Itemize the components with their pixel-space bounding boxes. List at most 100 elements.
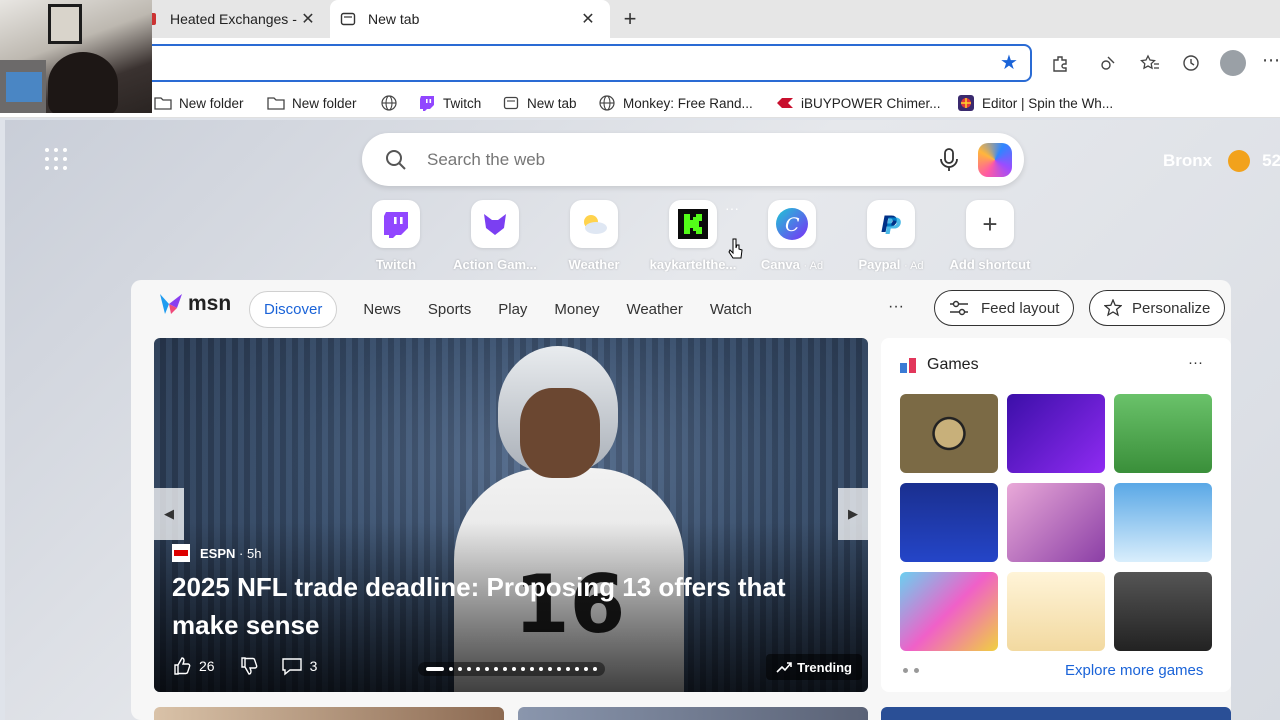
carousel-dot[interactable] xyxy=(476,667,480,671)
favorite-item[interactable]: New folder xyxy=(267,93,357,113)
feed-layout-button[interactable]: Feed layout xyxy=(934,290,1075,326)
extensions-icon[interactable] xyxy=(1048,51,1072,75)
shortcut-canva[interactable]: C Canva · Ad xyxy=(744,200,840,272)
tab-heated-exchanges[interactable]: Heated Exchanges - 5 H ✕ xyxy=(132,0,330,38)
favorite-item[interactable]: Monkey: Free Rand... xyxy=(598,93,753,113)
tab-sports[interactable]: Sports xyxy=(428,291,471,328)
tab-money[interactable]: Money xyxy=(554,291,599,328)
arrow-game-tile[interactable] xyxy=(1007,394,1105,473)
dog-game-tile[interactable] xyxy=(1007,572,1105,651)
carousel-dot[interactable] xyxy=(485,667,489,671)
dislike-button[interactable] xyxy=(239,656,259,676)
shortcut-weather[interactable]: Weather xyxy=(546,200,642,272)
profile-avatar[interactable] xyxy=(1220,50,1246,76)
shortcut-more-icon[interactable]: ··· xyxy=(725,200,739,216)
carousel-dot[interactable] xyxy=(494,667,498,671)
webcam-overlay xyxy=(0,0,152,113)
twitch-icon xyxy=(418,95,436,111)
msn-logo[interactable]: msn xyxy=(158,292,231,316)
tab-title: New tab xyxy=(368,11,420,27)
carousel-dot[interactable] xyxy=(521,667,525,671)
trending-badge: Trending xyxy=(766,654,862,680)
train-game-tile[interactable] xyxy=(1114,394,1212,473)
games-page-dots[interactable] xyxy=(903,668,919,673)
games-icon xyxy=(899,356,917,374)
hunting-game-tile[interactable] xyxy=(900,394,998,473)
tab-new-tab[interactable]: New tab ✕ xyxy=(330,0,610,38)
espn-logo-icon xyxy=(172,544,190,562)
bike-game-tile[interactable] xyxy=(1114,483,1212,562)
2048-game-tile[interactable] xyxy=(900,572,998,651)
favorite-item[interactable]: iBUYPOWER Chimer... xyxy=(776,93,941,113)
carousel-dot[interactable] xyxy=(458,667,462,671)
carousel-dot[interactable] xyxy=(512,667,516,671)
nav-more-icon[interactable]: ··· xyxy=(888,298,904,316)
app-launcher-icon[interactable] xyxy=(45,148,67,170)
block-puzzle-game-tile[interactable] xyxy=(900,483,998,562)
msn-feed: msn Discover News Sports Play Money Weat… xyxy=(131,280,1231,720)
carousel-dots[interactable] xyxy=(418,662,605,676)
search-input[interactable]: Search the web xyxy=(427,150,545,170)
favorites-icon[interactable] xyxy=(1138,51,1162,75)
carousel-dot[interactable] xyxy=(539,667,543,671)
carousel-dot[interactable] xyxy=(503,667,507,671)
favorite-item[interactable]: Twitch xyxy=(418,93,481,113)
carousel-dot[interactable] xyxy=(467,667,471,671)
favorite-item[interactable]: New tab xyxy=(502,93,577,113)
driving-game-tile[interactable] xyxy=(1114,572,1212,651)
carousel-dot[interactable] xyxy=(530,667,534,671)
like-button[interactable]: 26 xyxy=(172,656,215,676)
carousel-dot[interactable] xyxy=(449,667,453,671)
carousel-dot[interactable] xyxy=(575,667,579,671)
hero-article-card[interactable]: 16 ◀ ▶ ESPN · 5h 2025 NFL trade deadline… xyxy=(154,338,868,692)
carousel-dot[interactable] xyxy=(593,667,597,671)
close-icon[interactable]: ✕ xyxy=(298,9,318,29)
weather-widget[interactable]: Bronx 52 xyxy=(1163,150,1280,172)
favorite-item[interactable]: Editor | Spin the Wh... xyxy=(957,93,1113,113)
favorite-item[interactable]: New folder xyxy=(154,93,244,113)
paypal-icon: PP xyxy=(867,200,915,248)
favorites-bar: New folder New folder Twitch New tab Mon… xyxy=(0,88,1280,118)
comments-button[interactable]: 3 xyxy=(281,656,317,676)
tab-play[interactable]: Play xyxy=(498,291,527,328)
close-icon[interactable]: ✕ xyxy=(578,9,598,29)
wheel-icon xyxy=(957,95,975,111)
games-more-icon[interactable]: ··· xyxy=(1188,354,1203,371)
comment-icon xyxy=(281,658,302,676)
carousel-dot[interactable] xyxy=(426,667,444,671)
favorite-item[interactable] xyxy=(380,93,405,113)
favorite-label: New folder xyxy=(179,95,244,111)
more-options-icon[interactable]: ⋯ xyxy=(1262,50,1280,71)
previous-arrow-icon[interactable]: ◀ xyxy=(154,488,184,540)
shortcut-add[interactable]: + Add shortcut xyxy=(942,200,1038,272)
makeup-game-tile[interactable] xyxy=(1007,483,1105,562)
web-search-box[interactable]: Search the web xyxy=(362,133,1024,186)
new-tab-button[interactable]: + xyxy=(618,6,642,31)
article-source: ESPN · 5h xyxy=(172,544,261,562)
folder-icon xyxy=(267,95,285,111)
tab-news[interactable]: News xyxy=(363,291,401,328)
article-actions: 26 3 xyxy=(172,656,317,676)
carousel-dot[interactable] xyxy=(548,667,552,671)
microphone-icon[interactable] xyxy=(937,147,961,178)
copilot-icon[interactable] xyxy=(978,143,1012,177)
personalize-button[interactable]: Personalize xyxy=(1089,290,1226,326)
search-icon xyxy=(384,148,408,177)
shortcut-action-games[interactable]: Action Gam... xyxy=(447,200,543,272)
tab-discover[interactable]: Discover xyxy=(249,290,338,328)
address-bar[interactable]: ★ xyxy=(140,44,1032,82)
carousel-dot[interactable] xyxy=(584,667,588,671)
favorite-star-icon[interactable]: ★ xyxy=(1000,53,1020,73)
article-headline[interactable]: 2025 NFL trade deadline: Proposing 13 of… xyxy=(172,568,832,644)
shortcut-paypal[interactable]: PP Paypal · Ad xyxy=(843,200,939,272)
tab-watch[interactable]: Watch xyxy=(710,291,752,328)
explore-more-games-link[interactable]: Explore more games xyxy=(1065,662,1203,679)
tab-weather[interactable]: Weather xyxy=(626,291,682,328)
shortcut-label: Twitch xyxy=(375,257,417,272)
history-icon[interactable] xyxy=(1179,51,1203,75)
next-arrow-icon[interactable]: ▶ xyxy=(838,488,868,540)
carousel-dot[interactable] xyxy=(557,667,561,671)
browser-essentials-icon[interactable] xyxy=(1096,51,1120,75)
shortcut-twitch[interactable]: Twitch xyxy=(348,200,444,272)
carousel-dot[interactable] xyxy=(566,667,570,671)
